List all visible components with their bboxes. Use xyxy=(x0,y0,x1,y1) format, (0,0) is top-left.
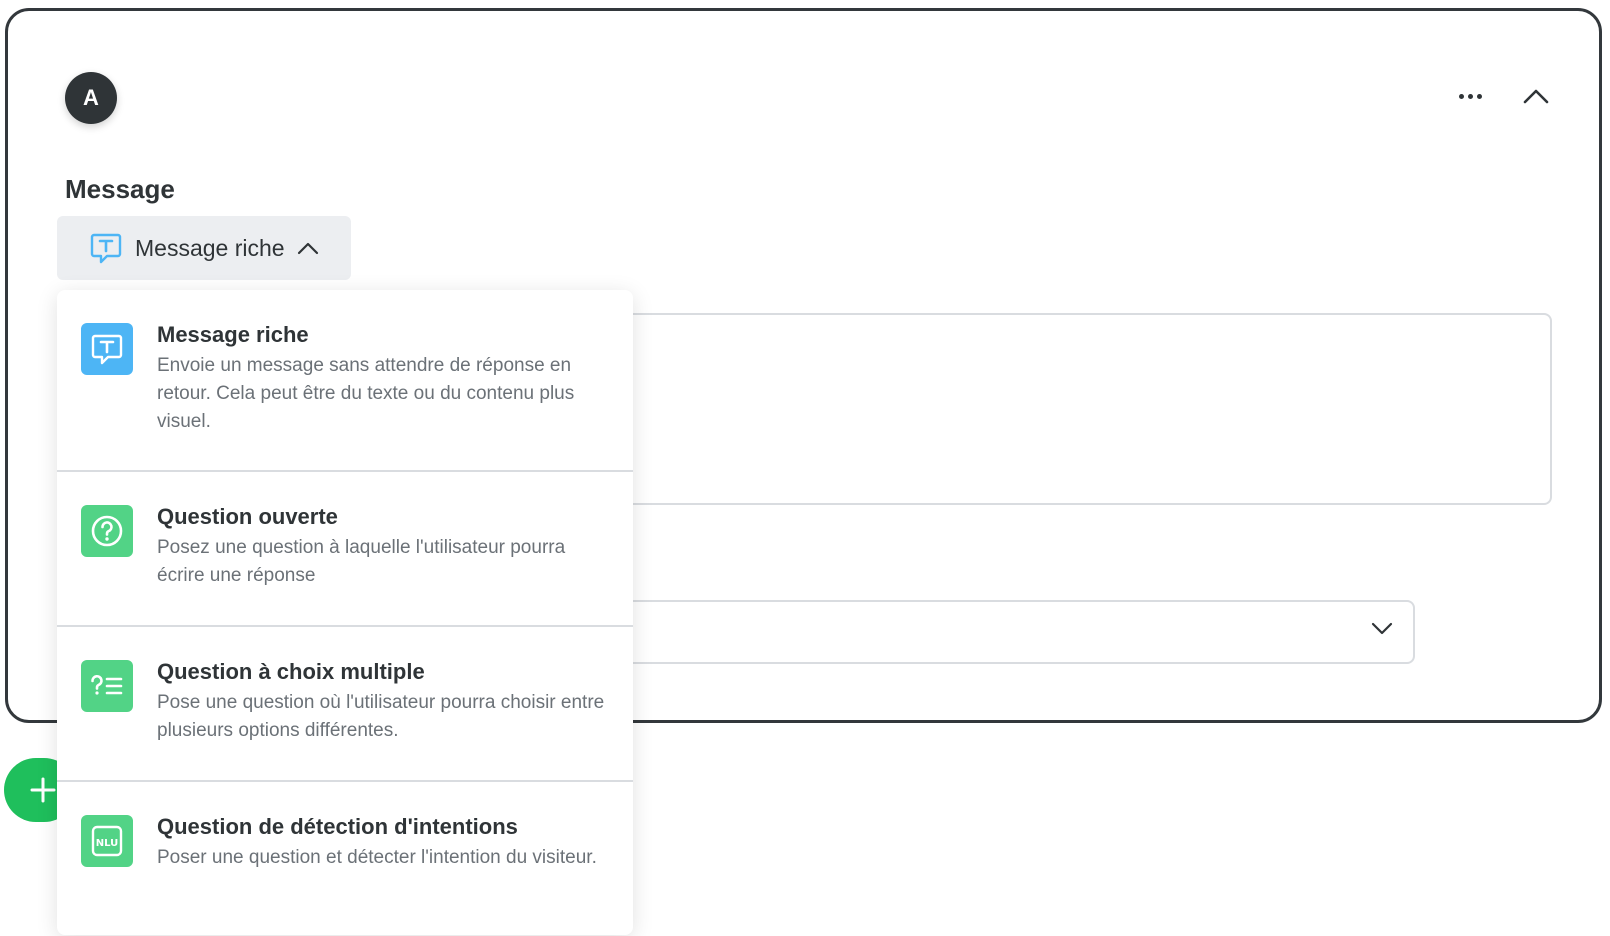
plus-icon xyxy=(30,777,56,803)
dropdown-option-open-question[interactable]: Question ouverte Posez une question à la… xyxy=(57,472,633,627)
question-circle-icon xyxy=(81,505,133,557)
option-description: Envoie un message sans attendre de répon… xyxy=(157,355,575,432)
more-options-button[interactable] xyxy=(1448,81,1492,111)
multiple-choice-icon xyxy=(81,660,133,712)
more-dot-icon xyxy=(1476,93,1482,99)
message-type-label: Message riche xyxy=(135,234,285,261)
nlu-icon-text: NLU xyxy=(96,838,119,849)
option-title: Question à choix multiple xyxy=(157,659,425,684)
section-label: Message xyxy=(65,174,175,204)
option-title: Question de détection d'intentions xyxy=(157,814,518,839)
option-title: Question ouverte xyxy=(157,504,338,529)
chevron-up-icon xyxy=(297,242,318,255)
more-dot-icon xyxy=(1458,93,1464,99)
chevron-up-icon xyxy=(1523,89,1549,104)
collapse-button[interactable] xyxy=(1518,81,1554,111)
dropdown-option-multiple-choice[interactable]: Question à choix multiple Pose une quest… xyxy=(57,627,633,782)
more-dot-icon xyxy=(1467,93,1473,99)
option-description: Pose une question où l'utilisateur pourr… xyxy=(157,692,605,741)
option-description: Poser une question et détecter l'intenti… xyxy=(157,847,597,868)
dropdown-option-intent-detection[interactable]: NLU Question de détection d'intentions P… xyxy=(57,782,633,935)
chevron-down-icon xyxy=(1371,622,1393,635)
option-description: Posez une question à laquelle l'utilisat… xyxy=(157,537,566,586)
rich-message-icon xyxy=(90,233,122,264)
avatar: A xyxy=(65,72,117,124)
option-select[interactable] xyxy=(620,600,1415,664)
nlu-icon: NLU xyxy=(81,815,133,867)
message-type-select[interactable]: Message riche xyxy=(57,216,351,280)
option-title: Message riche xyxy=(157,322,309,347)
dropdown-option-rich-message[interactable]: Message riche Envoie un message sans att… xyxy=(57,290,633,472)
rich-message-icon xyxy=(81,323,133,375)
message-type-dropdown: Message riche Envoie un message sans att… xyxy=(57,290,633,935)
message-text-area[interactable] xyxy=(620,313,1552,505)
